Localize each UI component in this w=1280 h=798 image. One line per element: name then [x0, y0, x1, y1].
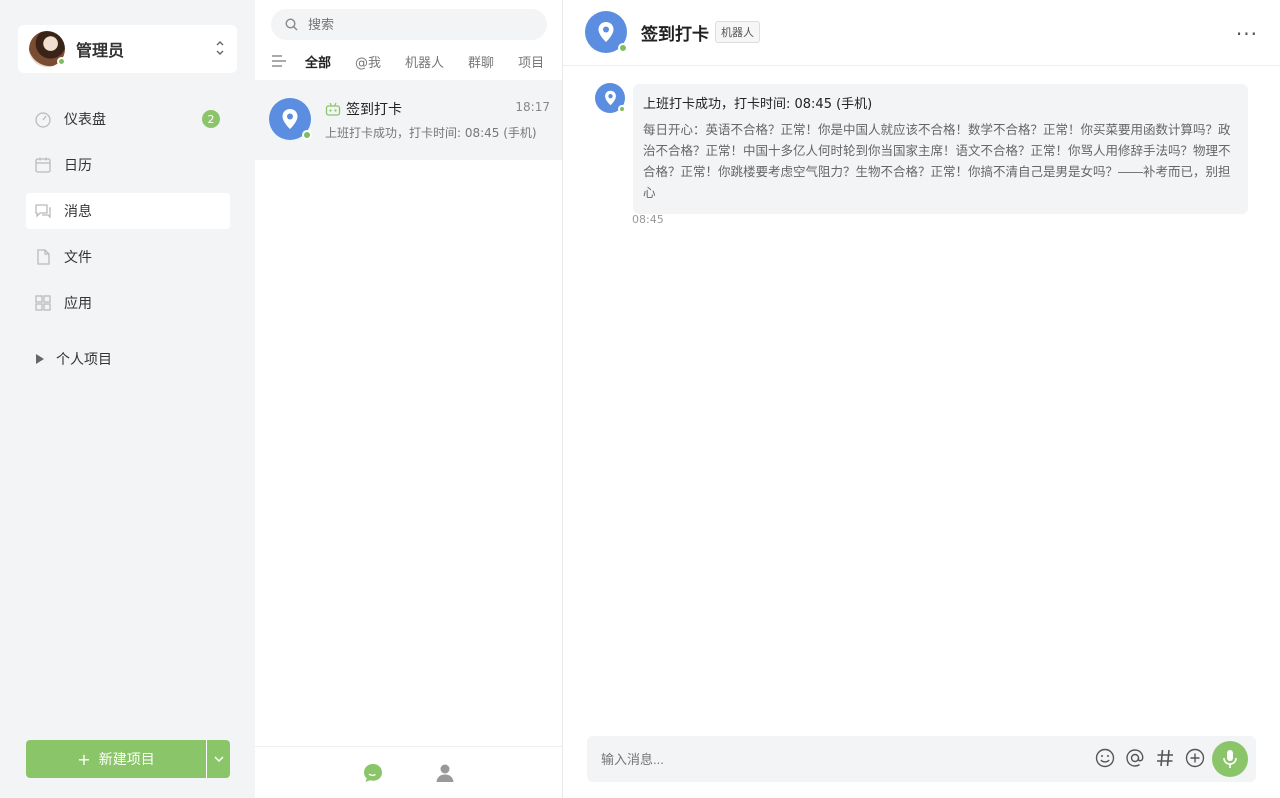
calendar-icon — [34, 156, 52, 174]
plus-icon: + — [77, 749, 91, 769]
new-project-label: 新建项目 — [98, 752, 155, 768]
search-box — [271, 9, 547, 40]
robot-icon — [325, 102, 341, 116]
personal-projects-toggle[interactable]: 个人项目 — [36, 349, 112, 369]
nav-files[interactable]: 文件 — [26, 239, 230, 275]
mention-icon[interactable] — [1124, 747, 1146, 769]
section-label: 个人项目 — [56, 352, 112, 368]
microphone-icon — [1223, 750, 1237, 768]
online-indicator — [618, 105, 626, 113]
tab-all[interactable]: 全部 — [305, 52, 331, 71]
chat-list-panel: 全部 @我 机器人 群聊 项目 签到打卡 18:17 上班打卡成功，打卡时间: … — [255, 0, 563, 798]
bot-tag: 机器人 — [715, 21, 760, 43]
new-project-button[interactable]: + 新建项目 — [26, 740, 206, 778]
chat-time: 18:17 — [515, 100, 550, 114]
chevron-down-icon — [213, 756, 224, 762]
user-name: 管理员 — [76, 41, 125, 60]
conversation-title: 签到打卡 — [641, 25, 709, 45]
nav-messages[interactable]: 消息 — [26, 193, 230, 229]
file-icon — [34, 248, 52, 266]
nav-dashboard[interactable]: 仪表盘 2 — [26, 101, 230, 137]
hashtag-icon[interactable] — [1154, 747, 1176, 769]
more-options-icon[interactable]: ··· — [1236, 22, 1258, 46]
unread-badge: 2 — [202, 110, 220, 128]
message-headline: 上班打卡成功，打卡时间: 08:45 (手机) — [643, 97, 873, 112]
voice-record-button[interactable] — [1212, 741, 1248, 777]
new-project-group: + 新建项目 — [26, 740, 230, 778]
chat-title: 签到打卡 — [325, 99, 402, 119]
search-icon — [285, 18, 298, 31]
add-attachment-icon[interactable] — [1184, 747, 1206, 769]
user-avatar — [29, 31, 66, 67]
message-icon — [34, 202, 52, 220]
menu-icon[interactable] — [271, 55, 287, 67]
nav-label: 仪表盘 — [64, 112, 106, 128]
online-indicator — [57, 57, 66, 66]
apps-icon — [34, 294, 52, 312]
tab-bots[interactable]: 机器人 — [405, 52, 444, 71]
conversation-header: 签到打卡 机器人 ··· — [563, 0, 1280, 66]
location-pin-icon — [598, 22, 614, 42]
online-indicator — [618, 43, 628, 53]
nav-label: 日历 — [64, 158, 92, 174]
nav-label: 文件 — [64, 250, 92, 266]
conversation-panel: 签到打卡 机器人 ··· 上班打卡成功，打卡时间: 08:45 (手机) 每日开… — [563, 0, 1280, 798]
sidebar: 管理员 仪表盘 2 日历 消息 文件 应用 个人项目 + 新建项目 — [0, 0, 255, 798]
main-nav: 仪表盘 2 日历 消息 文件 应用 — [26, 101, 230, 331]
composer-tools — [1094, 747, 1206, 769]
chat-preview: 上班打卡成功，打卡时间: 08:45 (手机) — [325, 126, 537, 140]
message-composer — [587, 736, 1256, 782]
user-switcher[interactable]: 管理员 — [18, 25, 237, 73]
location-pin-icon — [604, 90, 616, 106]
location-pin-icon — [282, 109, 298, 129]
message-time: 08:45 — [632, 213, 664, 226]
tab-projects[interactable]: 项目 — [518, 52, 544, 71]
nav-calendar[interactable]: 日历 — [26, 147, 230, 183]
tab-groups[interactable]: 群聊 — [468, 52, 494, 71]
message-body: 每日开心：英语不合格？正常！你是中国人就应该不合格！数学不合格？正常！你买菜要用… — [643, 123, 1231, 200]
bot-avatar — [269, 98, 312, 140]
chat-list-item[interactable]: 签到打卡 18:17 上班打卡成功，打卡时间: 08:45 (手机) — [255, 80, 562, 160]
nav-label: 应用 — [64, 296, 92, 312]
tab-mentions[interactable]: @我 — [355, 52, 381, 71]
filter-tabs: 全部 @我 机器人 群聊 项目 — [271, 50, 568, 72]
online-indicator — [302, 130, 312, 140]
bottom-tabs — [255, 746, 562, 798]
new-project-dropdown[interactable] — [206, 740, 230, 778]
contacts-icon[interactable] — [434, 762, 456, 784]
caret-right-icon — [36, 354, 44, 364]
chat-title-text: 签到打卡 — [346, 102, 402, 118]
expand-collapse-icon — [216, 41, 224, 55]
message-input[interactable] — [601, 751, 1071, 767]
emoji-icon[interactable] — [1094, 747, 1116, 769]
nav-apps[interactable]: 应用 — [26, 285, 230, 321]
message-bubble: 上班打卡成功，打卡时间: 08:45 (手机) 每日开心：英语不合格？正常！你是… — [633, 84, 1248, 214]
search-input[interactable] — [308, 17, 508, 32]
nav-label: 消息 — [64, 204, 92, 220]
chat-bubble-icon[interactable] — [362, 762, 384, 784]
bot-avatar[interactable] — [585, 11, 628, 53]
message-avatar[interactable] — [595, 83, 626, 113]
dashboard-icon — [34, 110, 52, 128]
